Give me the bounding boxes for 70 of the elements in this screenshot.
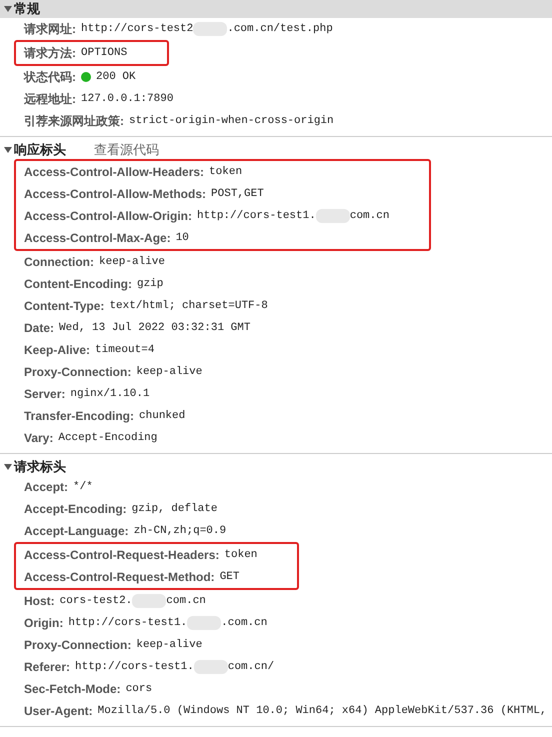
header-name: Sec-Fetch-Mode: <box>24 681 121 698</box>
header-value: .com.cn/test.php <box>227 22 333 37</box>
header-value: cors-test2. <box>60 594 132 609</box>
disclosure-triangle-icon <box>4 5 12 13</box>
header-value: http://cors-test1. <box>197 208 316 224</box>
header-value: nginx/1.10.1 <box>70 386 150 402</box>
header-name: Accept: <box>24 479 68 496</box>
header-value: Wed, 13 Jul 2022 03:32:31 GMT <box>59 320 250 336</box>
header-value: gzip <box>136 276 164 292</box>
header-name: Keep-Alive: <box>24 342 90 359</box>
header-name: Host: <box>24 593 55 610</box>
header-value: */* <box>73 480 93 495</box>
header-value: Mozilla/5.0 (Windows NT 10.0; Win64; x64) AppleWebKit/537.36 (KHTML, <box>98 704 547 719</box>
header-value: token <box>209 164 242 180</box>
header-name: Proxy-Connection: <box>24 637 132 654</box>
header-name: Accept-Language: <box>24 523 129 540</box>
header-value: http://cors-test1. <box>68 616 188 631</box>
header-value: cors <box>126 682 152 697</box>
header-name: 引荐来源网址政策: <box>24 113 124 130</box>
header-value: 10 <box>176 230 189 246</box>
header-name: Connection: <box>24 254 94 271</box>
header-value: timeout=4 <box>95 342 154 358</box>
header-value: 127.0.0.1:7890 <box>81 92 174 107</box>
header-value: zh-CN,zh;q=0.9 <box>134 524 226 539</box>
header-value: strict-origin-when-cross-origin <box>129 114 334 129</box>
header-name: Accept-Encoding: <box>24 501 127 518</box>
section-toggle[interactable]: 请求标头 <box>4 457 66 477</box>
header-value: gzip, deflate <box>132 502 218 517</box>
disclosure-triangle-icon <box>4 463 12 471</box>
header-name: Access-Control-Request-Method: <box>24 569 215 586</box>
header-name: Date: <box>24 320 54 337</box>
header-value: GET <box>220 570 240 585</box>
header-name: 状态代码: <box>24 69 76 86</box>
header-name: 远程地址: <box>24 91 76 108</box>
header-value: com.cn <box>166 594 206 609</box>
disclosure-triangle-icon <box>4 146 12 154</box>
header-name: User-Agent: <box>24 703 93 720</box>
header-value: token <box>224 548 258 563</box>
header-name: Content-Type: <box>24 298 104 315</box>
header-value: com.cn/ <box>228 660 274 675</box>
header-value: keep-alive <box>99 254 166 270</box>
header-name: Transfer-Encoding: <box>24 408 134 425</box>
header-value: OPTIONS <box>81 46 128 61</box>
view-source-link[interactable]: 查看源代码 <box>94 140 159 160</box>
header-name: Origin: <box>24 615 64 632</box>
header-name: Proxy-Connection: <box>24 364 132 381</box>
header-name: Access-Control-Allow-Headers: <box>24 164 204 181</box>
header-name: Vary: <box>24 430 54 447</box>
header-name: Access-Control-Max-Age: <box>24 230 171 247</box>
header-value: com.cn <box>350 208 390 224</box>
section-toggle[interactable]: 常规 <box>4 0 40 19</box>
header-value: 200 OK <box>96 70 136 85</box>
header-name: Access-Control-Allow-Origin: <box>24 208 192 225</box>
header-name: 请求方法: <box>24 45 76 62</box>
header-name: Access-Control-Allow-Methods: <box>24 186 206 203</box>
header-value: http://cors-test2 <box>81 22 194 37</box>
header-name: Referer: <box>24 659 70 676</box>
header-name: 请求网址: <box>24 21 76 38</box>
header-value: POST,GET <box>211 186 264 202</box>
header-value: text/html; charset=UTF-8 <box>109 298 268 314</box>
header-value: chunked <box>139 408 186 424</box>
section-toggle[interactable]: 响应标头 <box>4 140 66 160</box>
header-value: Accept-Encoding <box>58 430 158 446</box>
header-name: Content-Encoding: <box>24 276 132 293</box>
header-name: Access-Control-Request-Headers: <box>24 547 220 564</box>
header-value: keep-alive <box>136 638 202 653</box>
header-name: Server: <box>24 386 66 403</box>
header-value: http://cors-test1. <box>75 660 194 675</box>
header-value: keep-alive <box>136 364 202 380</box>
header-value: .com.cn <box>221 616 268 631</box>
